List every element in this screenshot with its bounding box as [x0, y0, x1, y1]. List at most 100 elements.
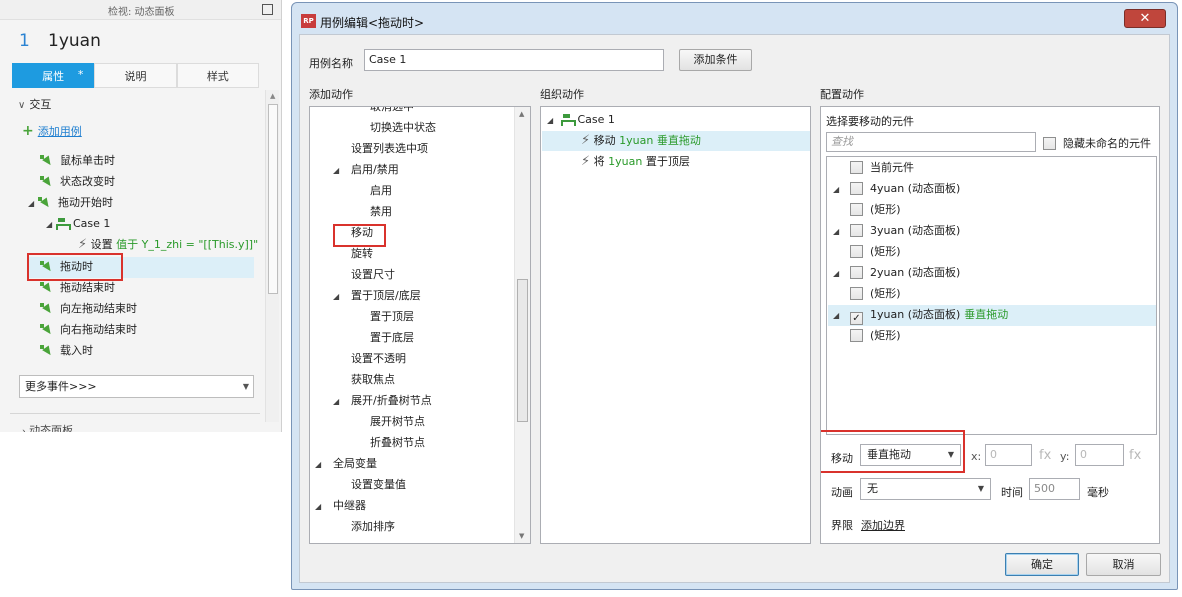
- action-list-item[interactable]: 设置列表选中项: [351, 139, 428, 159]
- action-list-item[interactable]: 置于底层: [370, 328, 414, 348]
- widget-checkbox[interactable]: [850, 266, 863, 279]
- action-list-item[interactable]: ◢ 全局变量: [315, 454, 377, 474]
- event-item[interactable]: 载入时: [40, 341, 93, 361]
- widget-tree-item[interactable]: ◢ ✓ 1yuan (动态面板) 垂直拖动: [833, 305, 1008, 325]
- action-list-item[interactable]: 禁用: [370, 202, 392, 222]
- event-item[interactable]: 状态改变时: [40, 172, 115, 192]
- event-item[interactable]: ◢ 拖动开始时: [28, 193, 113, 213]
- expand-triangle-icon[interactable]: ◢: [315, 497, 325, 517]
- expand-triangle-icon[interactable]: ◢: [833, 222, 843, 242]
- widget-tree-item[interactable]: 当前元件: [850, 158, 914, 178]
- animation-select[interactable]: 无 ▼: [860, 478, 991, 500]
- scroll-up-icon[interactable]: ▲: [270, 92, 275, 100]
- expand-triangle-icon[interactable]: ◢: [46, 215, 56, 235]
- event-item[interactable]: 拖动结束时: [40, 278, 115, 298]
- tab-notes[interactable]: 说明: [94, 63, 177, 88]
- add-case-link[interactable]: + 添加用例: [22, 121, 82, 141]
- more-events-select[interactable]: 更多事件>>> ▼: [19, 375, 254, 398]
- widget-checkbox[interactable]: ✓: [850, 312, 863, 325]
- expand-triangle-icon[interactable]: ◢: [833, 264, 843, 284]
- action-list-item[interactable]: 切换选中状态: [370, 118, 436, 138]
- action-node[interactable]: ⚡ 移动 1yuan 垂直拖动: [581, 131, 701, 151]
- widget-tree[interactable]: 当前元件 ◢ 4yuan (动态面板) (矩形) ◢ 3yuan (动态面板) (矩形) ◢ 2…: [826, 156, 1157, 435]
- action-target: 1yuan: [619, 134, 654, 147]
- close-button[interactable]: ✕: [1124, 9, 1166, 28]
- widget-tree-item[interactable]: ◢ 2yuan (动态面板): [833, 263, 960, 283]
- action-list-item[interactable]: ◢ 置于顶层/底层: [333, 286, 421, 306]
- action-item[interactable]: ⚡ 设置 值于 Y_1_zhi = "[[This.y]]": [78, 235, 258, 255]
- widget-name[interactable]: 1yuan: [48, 31, 101, 51]
- dialog-titlebar[interactable]: RP 用例编辑<拖动时> ✕: [292, 3, 1177, 33]
- case-node[interactable]: ◢ Case 1: [547, 110, 615, 130]
- hide-unnamed-checkbox[interactable]: 隐藏未命名的元件: [1043, 135, 1151, 151]
- widget-checkbox[interactable]: [850, 182, 863, 195]
- action-node[interactable]: ⚡ 将 1yuan 置于顶层: [581, 152, 690, 172]
- action-list-item[interactable]: ◢ 中继器: [315, 496, 366, 516]
- widget-checkbox[interactable]: [850, 224, 863, 237]
- action-list-item[interactable]: 旋转: [351, 244, 373, 264]
- next-section[interactable]: › 动态面板: [22, 421, 73, 432]
- widget-checkbox[interactable]: [850, 329, 863, 342]
- expand-triangle-icon[interactable]: ◢: [833, 306, 843, 326]
- action-list-item[interactable]: 设置不透明: [351, 349, 406, 369]
- expand-triangle-icon[interactable]: ◢: [547, 111, 557, 131]
- scroll-up-icon[interactable]: ▲: [519, 110, 524, 118]
- cancel-button[interactable]: 取消: [1086, 553, 1161, 576]
- action-list-item[interactable]: ◢ 启用/禁用: [333, 160, 399, 180]
- y-fx-button[interactable]: fx: [1129, 448, 1141, 463]
- action-list-item[interactable]: 添加排序: [351, 517, 395, 537]
- tab-properties[interactable]: 属性: [12, 62, 95, 88]
- expand-triangle-icon[interactable]: ◢: [333, 287, 343, 307]
- event-item[interactable]: 向左拖动结束时: [40, 299, 137, 319]
- add-bounds-link[interactable]: 添加边界: [861, 517, 905, 533]
- action-list-item[interactable]: 取消选中: [370, 107, 414, 117]
- scroll-thumb[interactable]: [268, 104, 278, 294]
- event-item[interactable]: 鼠标单击时: [40, 151, 115, 171]
- widget-tree-item[interactable]: (矩形): [850, 200, 901, 220]
- expand-triangle-icon[interactable]: ◢: [833, 180, 843, 200]
- action-list-item[interactable]: 设置尺寸: [351, 265, 395, 285]
- add-action-list[interactable]: 取消选中 切换选中状态 设置列表选中项 ◢ 启用/禁用 启用 禁用 移动 旋转 设置尺寸 ◢ 置于顶层…: [309, 106, 531, 544]
- case-item[interactable]: ◢ Case 1: [46, 214, 110, 234]
- widget-tree-item[interactable]: (矩形): [850, 242, 901, 262]
- x-fx-button[interactable]: fx: [1039, 448, 1051, 463]
- interaction-section[interactable]: ∨ 交互: [18, 95, 51, 115]
- case-name-input[interactable]: Case 1: [364, 49, 664, 71]
- scroll-thumb[interactable]: [517, 279, 528, 422]
- y-input[interactable]: 0: [1075, 444, 1124, 466]
- widget-checkbox[interactable]: [850, 161, 863, 174]
- time-input[interactable]: 500: [1029, 478, 1080, 500]
- add-condition-button[interactable]: 添加条件: [679, 49, 752, 71]
- expand-triangle-icon[interactable]: ◢: [315, 455, 325, 475]
- action-label: 切换选中状态: [370, 121, 436, 134]
- widget-tree-item[interactable]: (矩形): [850, 326, 901, 346]
- tab-style[interactable]: 样式: [176, 63, 259, 88]
- expand-triangle-icon[interactable]: ◢: [333, 392, 343, 412]
- widget-search-input[interactable]: 查找: [826, 132, 1036, 152]
- action-list-item[interactable]: 折叠树节点: [370, 433, 425, 453]
- event-item[interactable]: 向右拖动结束时: [40, 320, 137, 340]
- action-list-item[interactable]: 启用: [370, 181, 392, 201]
- widget-tree-item[interactable]: ◢ 4yuan (动态面板): [833, 179, 960, 199]
- expand-triangle-icon[interactable]: ◢: [333, 161, 343, 181]
- x-input[interactable]: 0: [985, 444, 1032, 466]
- widget-tree-item[interactable]: ◢ 3yuan (动态面板): [833, 221, 960, 241]
- action-list-item[interactable]: 置于顶层: [370, 307, 414, 327]
- collapse-icon[interactable]: [262, 4, 273, 15]
- checkbox[interactable]: [1043, 137, 1056, 150]
- action-list-item[interactable]: 设置变量值: [351, 475, 406, 495]
- action-list-item[interactable]: 获取焦点: [351, 370, 395, 390]
- widget-checkbox[interactable]: [850, 287, 863, 300]
- widget-tree-item[interactable]: (矩形): [850, 284, 901, 304]
- action-label: 置于顶层/底层: [351, 289, 421, 302]
- ok-button[interactable]: 确定: [1005, 553, 1079, 576]
- action-list-item[interactable]: ◢ 展开/折叠树节点: [333, 391, 432, 411]
- action-list-item[interactable]: 展开树节点: [370, 412, 425, 432]
- widget-checkbox[interactable]: [850, 245, 863, 258]
- scroll-down-icon[interactable]: ▼: [519, 532, 524, 540]
- widget-checkbox[interactable]: [850, 203, 863, 216]
- action-list-scrollbar[interactable]: ▲ ▼: [514, 107, 530, 543]
- inspector-scrollbar[interactable]: ▲: [265, 90, 279, 422]
- expand-triangle-icon[interactable]: ◢: [28, 194, 38, 214]
- organize-action-tree[interactable]: ◢ Case 1 ⚡ 移动 1yuan 垂直拖动 ⚡ 将 1yuan 置于顶层: [540, 106, 811, 544]
